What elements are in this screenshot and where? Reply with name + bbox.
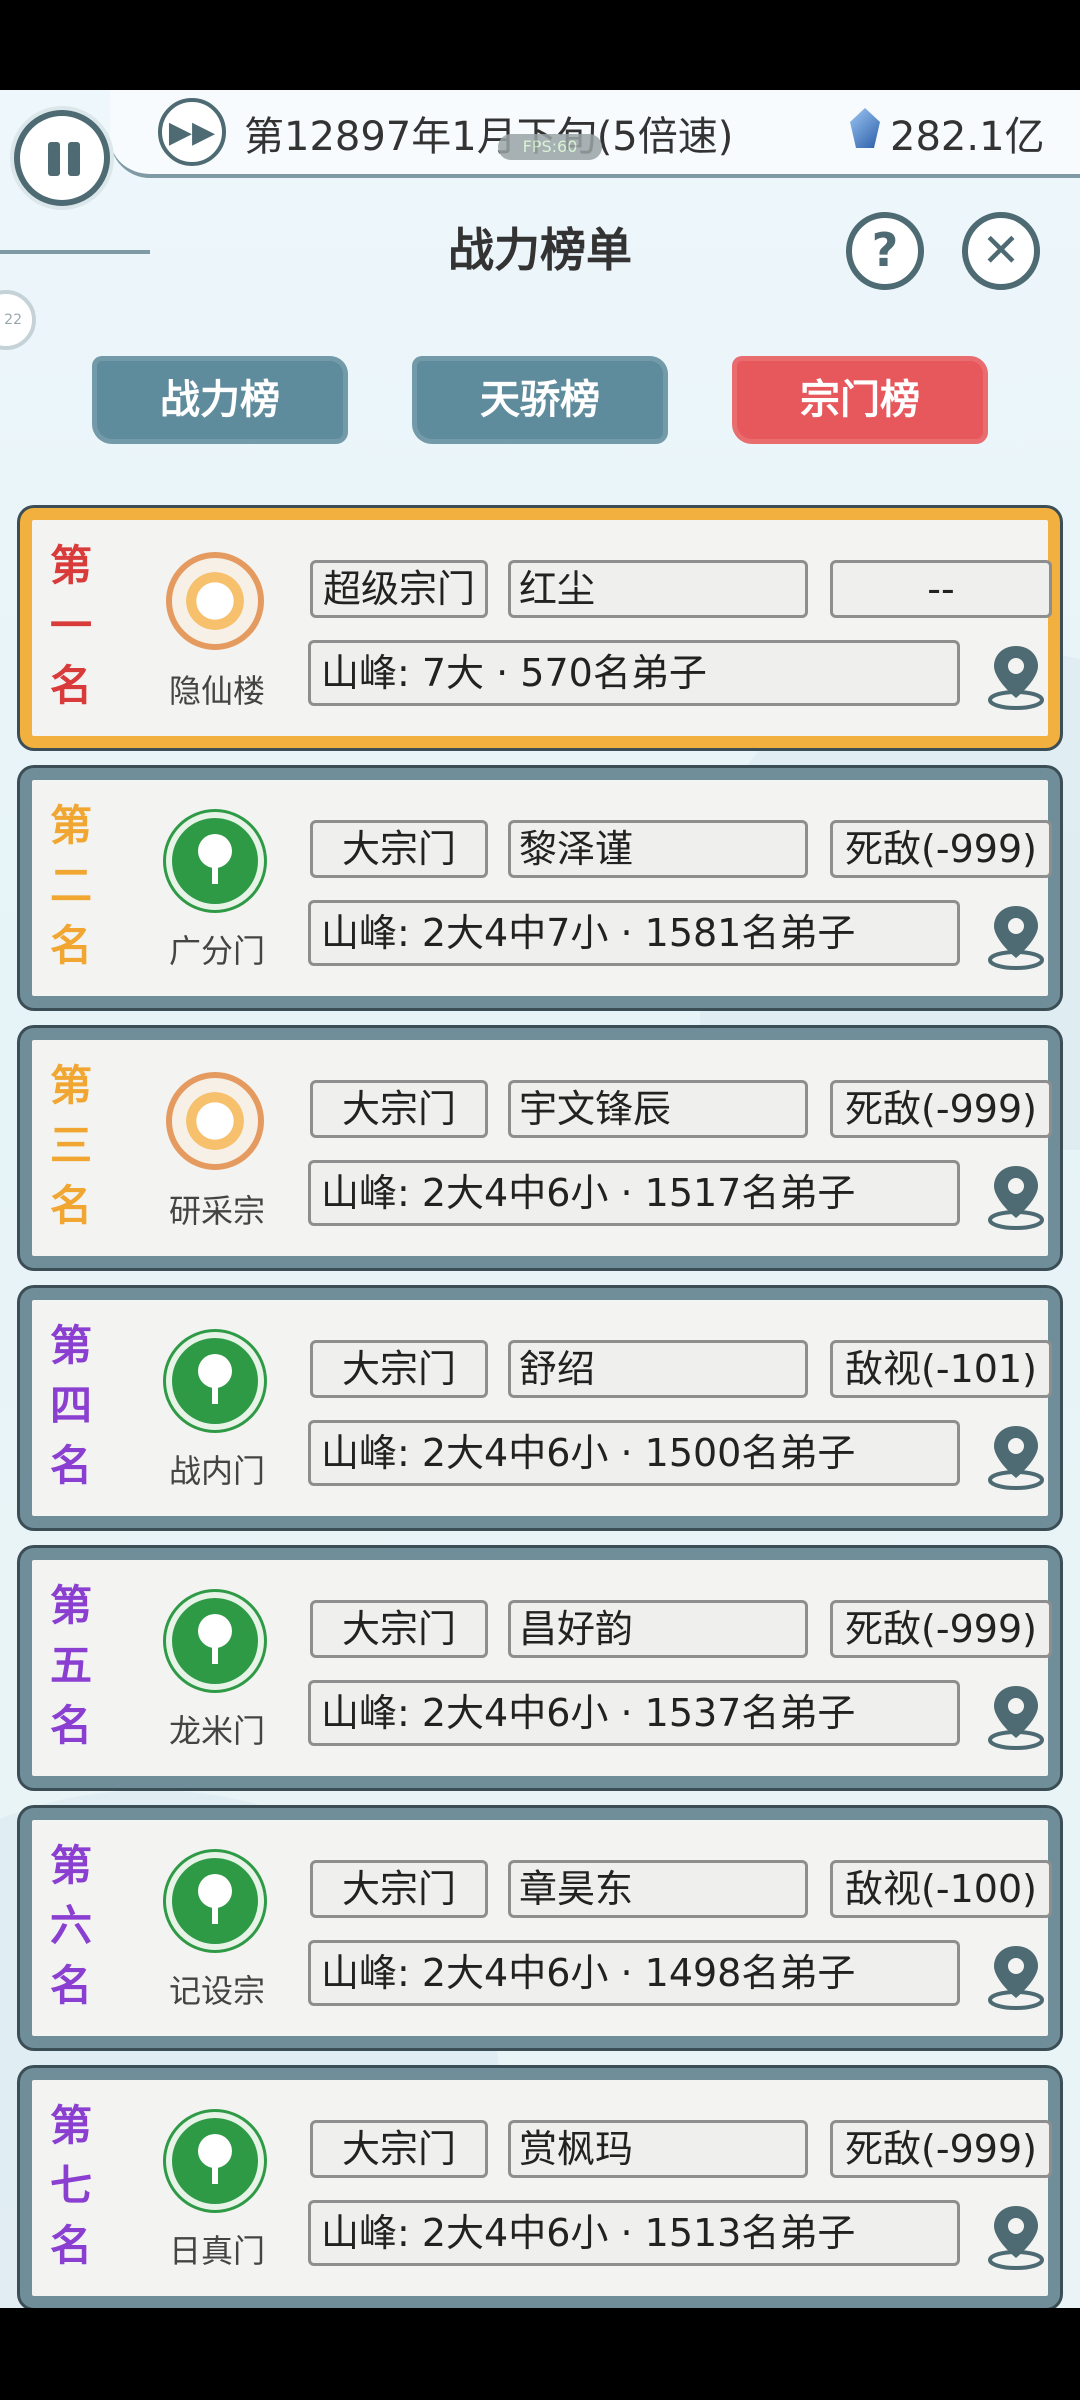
- tab-power-ranking[interactable]: 战力榜: [92, 356, 348, 444]
- sect-name: 记设宗: [168, 1972, 265, 2010]
- game-screen: ▶▶ 第12897年1月下旬(5倍速) FPS:60 282.1亿 22 战力榜…: [0, 90, 1080, 2308]
- relation-status: --: [830, 560, 1052, 618]
- rank-label: 第 七 名: [49, 2101, 92, 2270]
- relation-status: 死敌(-999): [830, 2120, 1052, 2178]
- sect-name: 战内门: [168, 1452, 265, 1490]
- tab-prodigy-ranking[interactable]: 天骄榜: [412, 356, 668, 444]
- close-button[interactable]: ✕: [962, 212, 1040, 290]
- sect-name: 广分门: [168, 932, 265, 970]
- rank-label: 第 二 名: [49, 801, 92, 970]
- sect-peaks-info: 山峰: 2大4中6小 · 1537名弟子: [308, 1680, 960, 1746]
- sect-name: 隐仙楼: [168, 672, 265, 710]
- sect-peaks-info: 山峰: 2大4中6小 · 1500名弟子: [308, 1420, 960, 1486]
- relation-status: 死敌(-999): [830, 1080, 1052, 1138]
- sect-peaks-info: 山峰: 7大 · 570名弟子: [308, 640, 960, 706]
- sect-leader: 红尘: [508, 560, 808, 618]
- sect-type: 大宗门: [310, 1860, 488, 1918]
- map-pin-icon[interactable]: [984, 902, 1048, 972]
- sect-rank-card[interactable]: 第 四 名 战内门 大宗门 舒绍 敌视(-101) 山峰: 2大4中6小 · 1…: [20, 1288, 1060, 1528]
- relation-status: 死敌(-999): [830, 820, 1052, 878]
- sect-leader: 黎泽谨: [508, 820, 808, 878]
- fast-forward-icon: ▶▶: [168, 114, 216, 150]
- rank-label: 第 一 名: [49, 541, 92, 710]
- sect-rank-card[interactable]: 第 五 名 龙米门 大宗门 昌好韵 死敌(-999) 山峰: 2大4中6小 · …: [20, 1548, 1060, 1788]
- rank-label: 第 五 名: [49, 1581, 92, 1750]
- tree-emblem-icon: [166, 812, 264, 910]
- pause-icon: [48, 142, 60, 176]
- sect-type: 大宗门: [310, 820, 488, 878]
- rank-label: 第 四 名: [49, 1321, 92, 1490]
- sect-type: 大宗门: [310, 1080, 488, 1138]
- sect-type: 大宗门: [310, 1340, 488, 1398]
- navigation-bar: [0, 2308, 1080, 2400]
- tree-emblem-icon: [166, 1592, 264, 1690]
- map-pin-icon[interactable]: [984, 1162, 1048, 1232]
- tree-emblem-icon: [166, 2112, 264, 2210]
- sect-leader: 章昊东: [508, 1860, 808, 1918]
- relation-status: 敌视(-100): [830, 1860, 1052, 1918]
- map-pin-icon[interactable]: [984, 2202, 1048, 2272]
- sect-rank-card[interactable]: 第 七 名 日真门 大宗门 赏枫玛 死敌(-999) 山峰: 2大4中6小 · …: [20, 2068, 1060, 2308]
- sect-rank-card[interactable]: 第 六 名 记设宗 大宗门 章昊东 敌视(-100) 山峰: 2大4中6小 · …: [20, 1808, 1060, 2048]
- map-pin-icon[interactable]: [984, 1682, 1048, 1752]
- sect-type: 大宗门: [310, 1600, 488, 1658]
- sect-rank-card[interactable]: 第 二 名 广分门 大宗门 黎泽谨 死敌(-999) 山峰: 2大4中7小 · …: [20, 768, 1060, 1008]
- game-date: 第12897年1月下旬(5倍速): [244, 114, 734, 160]
- sect-leader: 舒绍: [508, 1340, 808, 1398]
- sect-peaks-info: 山峰: 2大4中6小 · 1517名弟子: [308, 1160, 960, 1226]
- fast-forward-button[interactable]: ▶▶: [158, 98, 226, 166]
- sect-peaks-info: 山峰: 2大4中6小 · 1498名弟子: [308, 1940, 960, 2006]
- side-badge[interactable]: 22: [0, 290, 36, 350]
- sect-rank-card[interactable]: 第 三 名 研采宗 大宗门 宇文锋辰 死敌(-999) 山峰: 2大4中6小 ·…: [20, 1028, 1060, 1268]
- relation-status: 敌视(-101): [830, 1340, 1052, 1398]
- map-pin-icon[interactable]: [984, 1422, 1048, 1492]
- pause-button[interactable]: [14, 110, 110, 206]
- sect-leader: 宇文锋辰: [508, 1080, 808, 1138]
- currency-amount: 282.1亿: [890, 114, 1045, 160]
- relation-status: 死敌(-999): [830, 1600, 1052, 1658]
- sect-peaks-info: 山峰: 2大4中7小 · 1581名弟子: [308, 900, 960, 966]
- sect-type: 超级宗门: [310, 560, 488, 618]
- rank-label: 第 三 名: [49, 1061, 92, 1230]
- tree-emblem-icon: [166, 1852, 264, 1950]
- sect-name: 日真门: [168, 2232, 265, 2270]
- rank-label: 第 六 名: [49, 1841, 92, 2010]
- help-button[interactable]: ?: [846, 212, 924, 290]
- sect-leader: 昌好韵: [508, 1600, 808, 1658]
- sect-type: 大宗门: [310, 2120, 488, 2178]
- sect-rank-card[interactable]: 第 一 名 隐仙楼 超级宗门 红尘 -- 山峰: 7大 · 570名弟子: [20, 508, 1060, 748]
- sect-name: 龙米门: [168, 1712, 265, 1750]
- sect-leader: 赏枫玛: [508, 2120, 808, 2178]
- sect-peaks-info: 山峰: 2大4中6小 · 1513名弟子: [308, 2200, 960, 2266]
- sun-emblem-icon: [166, 552, 264, 650]
- map-pin-icon[interactable]: [984, 642, 1048, 712]
- tree-emblem-icon: [166, 1332, 264, 1430]
- pause-icon: [68, 142, 80, 176]
- map-pin-icon[interactable]: [984, 1942, 1048, 2012]
- sect-name: 研采宗: [168, 1192, 265, 1230]
- sun-emblem-icon: [166, 1072, 264, 1170]
- tab-sect-ranking[interactable]: 宗门榜: [732, 356, 988, 444]
- fps-counter: FPS:60: [498, 134, 602, 160]
